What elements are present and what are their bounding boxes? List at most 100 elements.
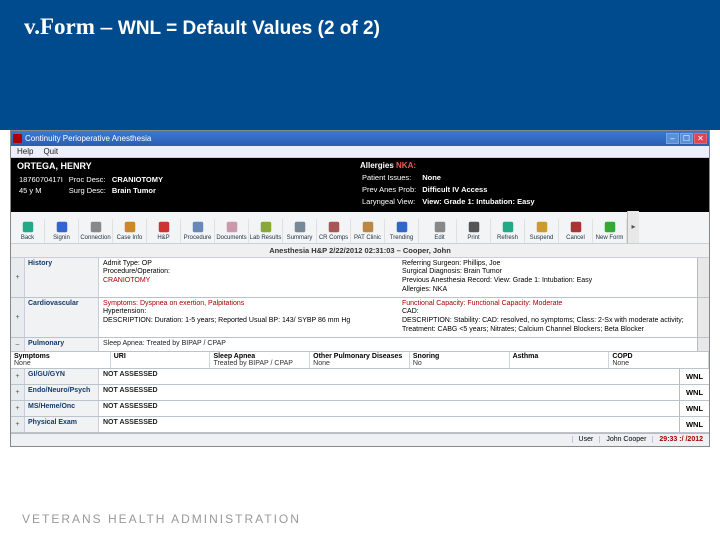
refresh-icon: [500, 219, 516, 235]
toolbar-back[interactable]: Back: [11, 219, 45, 243]
menu-help[interactable]: Help: [17, 147, 33, 156]
hx-title: Anesthesia H&P 2/22/2012 02:31:03 – Coop…: [11, 244, 709, 258]
cancel-icon: [568, 219, 584, 235]
toolbar-signin[interactable]: Signin: [45, 219, 79, 243]
toolbar-scroll-right[interactable]: ▸: [627, 211, 639, 243]
toolbar-trending[interactable]: Trending: [385, 219, 419, 243]
close-button[interactable]: ✕: [694, 133, 707, 144]
lab-results-icon: [258, 219, 274, 235]
expand-icon[interactable]: +: [11, 298, 25, 337]
toolbar-summary[interactable]: Summary: [283, 219, 317, 243]
symptom-cell: SnoringNo: [410, 352, 510, 368]
scrollbar[interactable]: [697, 298, 709, 337]
expand-icon[interactable]: +: [11, 385, 25, 400]
section-label: Physical Exam: [25, 417, 99, 432]
symptom-cell: Other Pulmonary DiseasesNone: [310, 352, 410, 368]
menu-quit[interactable]: Quit: [43, 147, 58, 156]
allergies-val: NKA:: [396, 161, 416, 170]
toolbar-pat-clinic[interactable]: PAT Clinic: [351, 219, 385, 243]
text: CAD:: [402, 308, 693, 317]
collapse-icon[interactable]: –: [11, 338, 25, 351]
toolbar-label: CR Comps: [319, 235, 348, 241]
toolbar-edit[interactable]: Edit: [423, 219, 457, 243]
wnl-button[interactable]: WNL: [679, 369, 709, 384]
expand-icon[interactable]: +: [11, 417, 25, 432]
expand-icon[interactable]: +: [11, 401, 25, 416]
wnl-button[interactable]: WNL: [679, 385, 709, 400]
documents-icon: [224, 219, 240, 235]
proc-val: CRANIOTOMY: [112, 175, 163, 184]
surg-label: Surg Desc:: [69, 186, 110, 196]
pat-clinic-icon: [360, 219, 376, 235]
toolbar-label: Signin: [53, 235, 70, 241]
toolbar: Back Signin ConnectionCase InfoH&PProcedur…: [11, 212, 709, 244]
trending-icon: [394, 219, 410, 235]
h-p-icon: [156, 219, 172, 235]
toolbar-label: Suspend: [530, 235, 554, 241]
title-prefix: v.Form –: [24, 14, 118, 39]
toolbar-documents[interactable]: Documents: [215, 219, 249, 243]
toolbar-lab-results[interactable]: Lab Results: [249, 219, 283, 243]
scrollbar[interactable]: [697, 258, 709, 297]
text: Symptoms: Dyspnea on exertion, Palpitati…: [103, 300, 394, 309]
toolbar-print[interactable]: Print: [457, 219, 491, 243]
toolbar-refresh[interactable]: Refresh: [491, 219, 525, 243]
wnl-button[interactable]: WNL: [679, 417, 709, 432]
section-physical-exam: +Physical ExamNOT ASSESSED WNL: [11, 417, 709, 433]
titlebar[interactable]: Continuity Perioperative Anesthesia – ☐ …: [11, 131, 709, 146]
toolbar-case-info[interactable]: Case Info: [113, 219, 147, 243]
symptom-value: None: [14, 360, 107, 367]
symptom-header: Other Pulmonary Diseases: [313, 353, 406, 360]
patient-name: ORTEGA, HENRY: [17, 161, 360, 173]
symptom-header: Snoring: [413, 353, 506, 360]
statusbar: User John Cooper 29:33 :/ /2012: [11, 433, 709, 446]
scrollbar[interactable]: [697, 338, 709, 351]
cr-comps-icon: [326, 219, 342, 235]
toolbar-label: New Form: [596, 235, 624, 241]
toolbar-cancel[interactable]: Cancel: [559, 219, 593, 243]
toolbar-new-form[interactable]: New Form: [593, 219, 627, 243]
toolbar-label: Cancel: [566, 235, 585, 241]
text: Allergies: NKA: [402, 286, 447, 293]
section-label: Cardiovascular: [25, 298, 99, 337]
symptom-value: No: [413, 360, 506, 367]
section-label: History: [25, 258, 99, 297]
section-history: + History Admit Type: OP Procedure/Opera…: [11, 258, 709, 298]
toolbar-h-p[interactable]: H&P: [147, 219, 181, 243]
toolbar-cr-comps[interactable]: CR Comps: [317, 219, 351, 243]
section-status: NOT ASSESSED: [99, 417, 389, 432]
expand-icon[interactable]: +: [11, 369, 25, 384]
signin-icon: [54, 219, 70, 235]
patient-ssn: 1876070417I: [19, 175, 67, 185]
section-pulmonary: – Pulmonary Sleep Apnea: Treated by BIPA…: [11, 338, 709, 352]
allergies-label: Allergies: [360, 161, 394, 170]
print-icon: [466, 219, 482, 235]
lary-label: Laryngeal View:: [362, 197, 420, 207]
surg-val: Brain Tumor: [112, 186, 156, 195]
text: Surgical Diagnosis: Brain Tumor: [402, 268, 502, 275]
maximize-button[interactable]: ☐: [680, 133, 693, 144]
new-form-icon: [602, 219, 618, 235]
wnl-button[interactable]: WNL: [679, 401, 709, 416]
section-gi-gu-gyn: +GI/GU/GYNNOT ASSESSEDWNL: [11, 369, 709, 385]
symptoms-row: SymptomsNoneURISleep ApneaTreated by BIP…: [11, 352, 709, 369]
section-status: NOT ASSESSED: [99, 385, 389, 400]
toolbar-connection[interactable]: Connection: [79, 219, 113, 243]
slide-header: v.Form – WNL = Default Values (2 of 2): [0, 0, 720, 130]
text: DESCRIPTION: Stability: CAD: resolved, n…: [402, 317, 693, 335]
toolbar-label: Trending: [390, 235, 413, 241]
back-icon: [20, 219, 36, 235]
symptom-cell: COPDNone: [609, 352, 709, 368]
status-date: 29:33 :/ /2012: [659, 436, 703, 443]
summary-icon: [292, 219, 308, 235]
toolbar-procedure[interactable]: Procedure: [181, 219, 215, 243]
toolbar-suspend[interactable]: Suspend: [525, 219, 559, 243]
minimize-button[interactable]: –: [666, 133, 679, 144]
window-title: Continuity Perioperative Anesthesia: [25, 134, 151, 143]
section-status: NOT ASSESSED: [99, 369, 389, 384]
connection-icon: [88, 219, 104, 235]
expand-icon[interactable]: +: [11, 258, 25, 297]
symptom-cell: Sleep ApneaTreated by BIPAP / CPAP: [210, 352, 310, 368]
section-ms-heme-onc: +MS/Heme/OncNOT ASSESSEDWNL: [11, 401, 709, 417]
toolbar-label: Procedure: [184, 235, 212, 241]
